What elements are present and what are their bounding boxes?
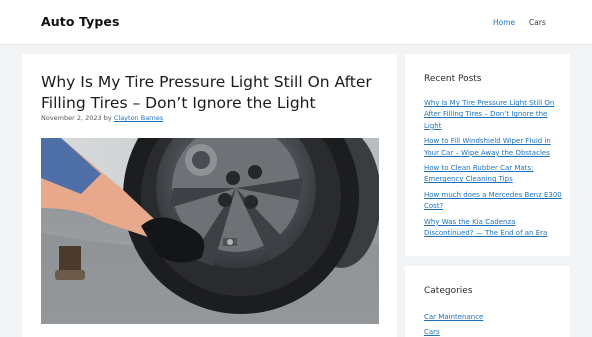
nav-home-link[interactable]: Home	[493, 18, 515, 27]
recent-post-link[interactable]: How to Fill Windshield Wiper Fluid in Yo…	[424, 136, 564, 159]
post-meta: November 2, 2023 by Clayton Barnes	[41, 114, 163, 122]
categories-list: Car Maintenance Cars	[424, 312, 483, 337]
recent-post-link[interactable]: Why Was the Kia Cadenza Discontinued? — …	[424, 217, 564, 240]
post-author-link[interactable]: Clayton Barnes	[114, 114, 163, 122]
recent-post-link[interactable]: How to Clean Rubber Car Mats: Emergency …	[424, 163, 564, 186]
tire-photo	[41, 138, 379, 324]
recent-post-link[interactable]: Why Is My Tire Pressure Light Still On A…	[424, 98, 564, 132]
site-header: Auto Types Home Cars	[0, 0, 592, 45]
article-card: Why Is My Tire Pressure Light Still On A…	[22, 54, 397, 337]
post-date: November 2, 2023	[41, 114, 102, 122]
recent-posts-title: Recent Posts	[424, 74, 482, 84]
featured-image	[41, 138, 379, 324]
main-nav: Home Cars	[0, 18, 592, 30]
categories-widget: Categories Car Maintenance Cars	[405, 266, 570, 337]
nav-cars-link[interactable]: Cars	[529, 18, 546, 27]
post-title: Why Is My Tire Pressure Light Still On A…	[41, 73, 372, 112]
recent-post-link[interactable]: How much does a Mercedes Benz E300 Cost?	[424, 190, 564, 213]
categories-title: Categories	[424, 286, 473, 296]
post-by-label: by	[103, 114, 112, 122]
recent-posts-list: Why Is My Tire Pressure Light Still On A…	[424, 98, 564, 243]
category-link[interactable]: Cars	[424, 327, 483, 337]
recent-posts-widget: Recent Posts Why Is My Tire Pressure Lig…	[405, 54, 570, 256]
category-link[interactable]: Car Maintenance	[424, 312, 483, 322]
